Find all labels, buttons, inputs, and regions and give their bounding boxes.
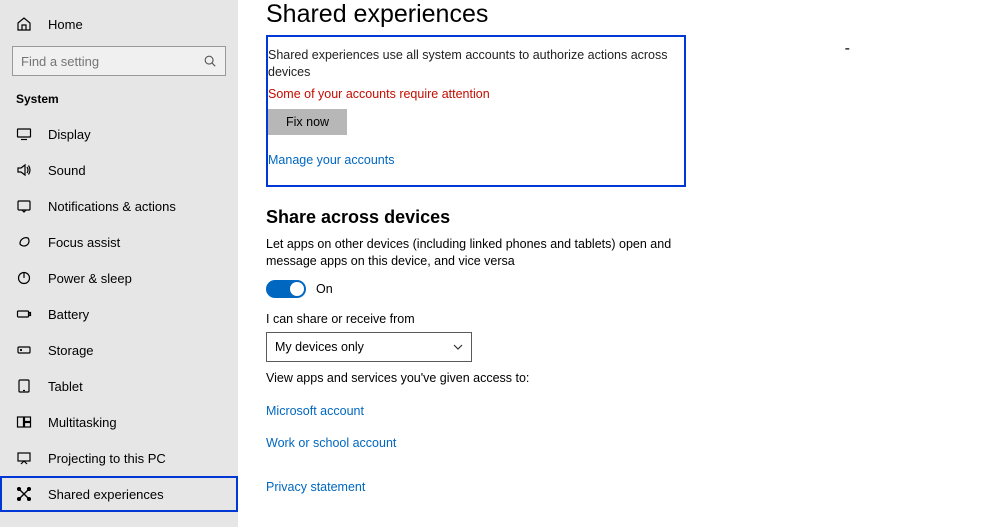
sidebar-item-storage[interactable]: Storage xyxy=(0,332,238,368)
sidebar-item-multitasking[interactable]: Multitasking xyxy=(0,404,238,440)
select-value: My devices only xyxy=(275,340,364,354)
main-content: - Shared experiences Shared experiences … xyxy=(238,0,1000,527)
chevron-down-icon xyxy=(453,342,463,352)
search-input[interactable] xyxy=(21,54,203,69)
sidebar: Home System Display Sound Notifications … xyxy=(0,0,238,527)
page-title: Shared experiences xyxy=(266,0,972,35)
warning-text: Some of your accounts require attention xyxy=(268,87,668,101)
sidebar-item-projecting[interactable]: Projecting to this PC xyxy=(0,440,238,476)
focus-icon xyxy=(16,234,32,250)
sidebar-item-label: Projecting to this PC xyxy=(48,451,166,466)
notification-icon xyxy=(16,198,32,214)
callout-description: Shared experiences use all system accoun… xyxy=(268,47,668,81)
receive-from-label: I can share or receive from xyxy=(266,312,972,326)
sidebar-item-sound[interactable]: Sound xyxy=(0,152,238,188)
multitask-icon xyxy=(16,414,32,430)
share-toggle-row: On xyxy=(266,280,972,298)
sidebar-item-label: Sound xyxy=(48,163,86,178)
search-container xyxy=(0,40,238,82)
sidebar-item-label: Battery xyxy=(48,307,89,322)
sidebar-item-label: Display xyxy=(48,127,91,142)
toggle-knob xyxy=(290,282,304,296)
sidebar-item-shared-experiences[interactable]: Shared experiences xyxy=(0,476,238,512)
share-across-heading: Share across devices xyxy=(266,207,972,228)
sound-icon xyxy=(16,162,32,178)
search-box[interactable] xyxy=(12,46,226,76)
home-icon xyxy=(16,16,32,32)
fix-now-button[interactable]: Fix now xyxy=(268,109,347,135)
sidebar-section-label: System xyxy=(0,82,238,116)
sidebar-item-power-sleep[interactable]: Power & sleep xyxy=(0,260,238,296)
dash-mark: - xyxy=(845,40,850,58)
sidebar-item-notifications[interactable]: Notifications & actions xyxy=(0,188,238,224)
search-icon xyxy=(203,54,217,68)
battery-icon xyxy=(16,306,32,322)
sidebar-item-focus-assist[interactable]: Focus assist xyxy=(0,224,238,260)
project-icon xyxy=(16,450,32,466)
sidebar-item-label: Storage xyxy=(48,343,94,358)
sidebar-item-label: Notifications & actions xyxy=(48,199,176,214)
sidebar-item-label: Power & sleep xyxy=(48,271,132,286)
microsoft-account-link[interactable]: Microsoft account xyxy=(266,404,972,418)
toggle-state-label: On xyxy=(316,282,333,296)
tablet-icon xyxy=(16,378,32,394)
sidebar-item-label: Multitasking xyxy=(48,415,117,430)
manage-accounts-link[interactable]: Manage your accounts xyxy=(268,153,394,167)
share-toggle[interactable] xyxy=(266,280,306,298)
sidebar-item-label: Focus assist xyxy=(48,235,120,250)
work-school-account-link[interactable]: Work or school account xyxy=(266,436,972,450)
attention-callout: Shared experiences use all system accoun… xyxy=(266,35,686,187)
sidebar-item-tablet[interactable]: Tablet xyxy=(0,368,238,404)
access-label: View apps and services you've given acce… xyxy=(266,370,676,387)
share-across-description: Let apps on other devices (including lin… xyxy=(266,236,676,270)
sidebar-item-display[interactable]: Display xyxy=(0,116,238,152)
shared-icon xyxy=(16,486,32,502)
storage-icon xyxy=(16,342,32,358)
home-label: Home xyxy=(48,17,83,32)
sidebar-item-battery[interactable]: Battery xyxy=(0,296,238,332)
receive-from-select[interactable]: My devices only xyxy=(266,332,472,362)
privacy-statement-link[interactable]: Privacy statement xyxy=(266,480,972,494)
sidebar-home[interactable]: Home xyxy=(0,8,238,40)
display-icon xyxy=(16,126,32,142)
power-icon xyxy=(16,270,32,286)
sidebar-item-label: Tablet xyxy=(48,379,83,394)
sidebar-item-label: Shared experiences xyxy=(48,487,164,502)
